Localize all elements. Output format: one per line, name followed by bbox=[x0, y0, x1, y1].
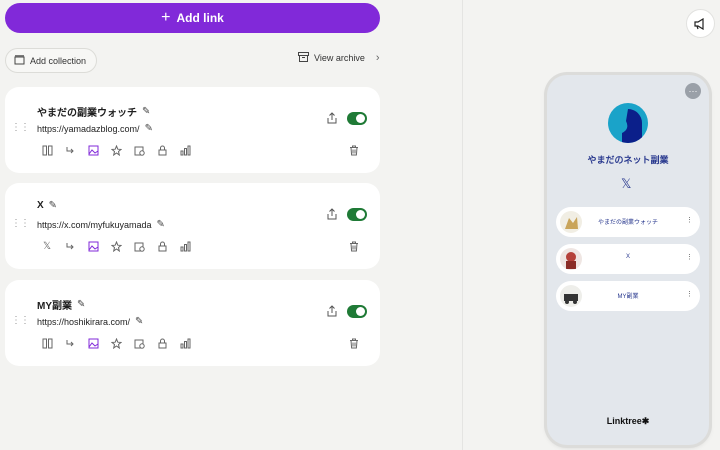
linktree-logo: Linktree✱ bbox=[606, 416, 650, 426]
avatar bbox=[608, 103, 648, 143]
trash-icon[interactable] bbox=[349, 336, 359, 354]
chevron-right-icon: › bbox=[375, 52, 380, 64]
drag-handle-icon[interactable]: ⋮⋮ bbox=[11, 219, 30, 229]
share-icon[interactable] bbox=[327, 207, 337, 225]
link-title[interactable]: MY副業 ✎ bbox=[37, 297, 85, 312]
preview-link-button[interactable]: やまだの副業ウォッチ ⋮ bbox=[556, 207, 700, 237]
lock-icon[interactable] bbox=[156, 337, 168, 349]
share-icon[interactable] bbox=[327, 111, 337, 129]
visibility-toggle[interactable] bbox=[347, 208, 367, 221]
link-card: ⋮⋮ MY副業 ✎ https://hoshikirara.com/ ✎ bbox=[5, 280, 380, 366]
pencil-icon[interactable]: ✎ bbox=[145, 123, 153, 134]
lock-icon[interactable] bbox=[156, 240, 168, 252]
visibility-toggle[interactable] bbox=[347, 305, 367, 318]
thumbnail-icon[interactable] bbox=[87, 144, 99, 156]
link-card: ⋮⋮ やまだの副業ウォッチ ✎ https://yamadazblog.com/… bbox=[5, 87, 380, 173]
editor-panel: + Add link Add collection View archive ›… bbox=[0, 0, 462, 450]
redirect-icon[interactable] bbox=[64, 337, 76, 349]
phone-preview: ··· やまだのネット副業 𝕏 やまだの副業ウォッチ ⋮ X ⋮ MY副業 ⋮ … bbox=[547, 75, 709, 445]
thumbnail-icon[interactable] bbox=[87, 337, 99, 349]
link-title[interactable]: X ✎ bbox=[37, 200, 57, 211]
megaphone-icon[interactable] bbox=[686, 9, 715, 38]
link-url-text: https://yamadazblog.com/ bbox=[37, 123, 140, 134]
link-url[interactable]: https://hoshikirara.com/ ✎ bbox=[37, 316, 143, 327]
view-archive-link[interactable]: View archive › bbox=[298, 52, 380, 64]
drag-handle-icon[interactable]: ⋮⋮ bbox=[11, 123, 30, 133]
plus-icon: + bbox=[161, 9, 171, 26]
link-url-text: https://hoshikirara.com/ bbox=[37, 316, 131, 327]
trash-icon[interactable] bbox=[349, 239, 359, 257]
trash-icon[interactable] bbox=[349, 143, 359, 161]
link-title-text: MY副業 bbox=[37, 301, 72, 312]
more-icon[interactable]: ⋮ bbox=[686, 216, 693, 224]
link-title-text: X bbox=[37, 200, 44, 211]
x-logo-icon[interactable]: 𝕏 bbox=[621, 176, 631, 192]
layout-icon[interactable] bbox=[41, 337, 53, 349]
add-collection-label: Add collection bbox=[30, 55, 87, 66]
link-url-text: https://x.com/myfukuyamada bbox=[37, 219, 152, 230]
star-icon[interactable] bbox=[110, 240, 122, 252]
schedule-icon[interactable] bbox=[133, 240, 145, 252]
star-icon[interactable] bbox=[110, 337, 122, 349]
link-tools bbox=[41, 337, 191, 349]
add-link-button[interactable]: + Add link bbox=[5, 3, 380, 33]
link-url[interactable]: https://x.com/myfukuyamada ✎ bbox=[37, 219, 165, 230]
preview-link-label: MY副業 bbox=[617, 294, 639, 300]
more-icon[interactable]: ··· bbox=[685, 83, 701, 99]
pencil-icon[interactable]: ✎ bbox=[49, 200, 57, 211]
schedule-icon[interactable] bbox=[133, 144, 145, 156]
link-tools: 𝕏 bbox=[41, 240, 191, 252]
preview-link-button[interactable]: X ⋮ bbox=[556, 244, 700, 274]
drag-handle-icon[interactable]: ⋮⋮ bbox=[11, 316, 30, 326]
share-icon[interactable] bbox=[327, 304, 337, 322]
star-icon[interactable] bbox=[110, 144, 122, 156]
link-title[interactable]: やまだの副業ウォッチ ✎ bbox=[37, 104, 150, 119]
profile-name: やまだのネット副業 bbox=[587, 155, 669, 165]
analytics-icon[interactable] bbox=[179, 240, 191, 252]
preview-link-label: やまだの副業ウォッチ bbox=[597, 220, 658, 226]
collection-icon bbox=[14, 54, 25, 67]
link-url[interactable]: https://yamadazblog.com/ ✎ bbox=[37, 123, 153, 134]
pencil-icon[interactable]: ✎ bbox=[77, 299, 85, 310]
redirect-icon[interactable] bbox=[64, 144, 76, 156]
thumbnail-icon[interactable] bbox=[87, 240, 99, 252]
redirect-icon[interactable] bbox=[64, 240, 76, 252]
visibility-toggle[interactable] bbox=[347, 112, 367, 125]
more-icon[interactable]: ⋮ bbox=[686, 253, 693, 261]
pencil-icon[interactable]: ✎ bbox=[142, 106, 150, 117]
preview-link-button[interactable]: MY副業 ⋮ bbox=[556, 281, 700, 311]
link-tools bbox=[41, 144, 191, 156]
schedule-icon[interactable] bbox=[133, 337, 145, 349]
add-collection-button[interactable]: Add collection bbox=[5, 48, 98, 73]
link-card: ⋮⋮ X ✎ https://x.com/myfukuyamada ✎ 𝕏 bbox=[5, 183, 380, 269]
archive-icon bbox=[298, 52, 309, 64]
preview-link-label: X bbox=[625, 254, 630, 260]
pencil-icon[interactable]: ✎ bbox=[135, 316, 143, 327]
analytics-icon[interactable] bbox=[179, 144, 191, 156]
add-link-label: Add link bbox=[176, 11, 224, 25]
lock-icon[interactable] bbox=[156, 144, 168, 156]
layout-icon[interactable] bbox=[41, 144, 53, 156]
pencil-icon[interactable]: ✎ bbox=[157, 219, 165, 230]
x-logo-icon[interactable]: 𝕏 bbox=[41, 240, 53, 252]
more-icon[interactable]: ⋮ bbox=[686, 290, 693, 298]
analytics-icon[interactable] bbox=[179, 337, 191, 349]
view-archive-label: View archive bbox=[314, 53, 365, 63]
link-title-text: やまだの副業ウォッチ bbox=[37, 108, 137, 119]
